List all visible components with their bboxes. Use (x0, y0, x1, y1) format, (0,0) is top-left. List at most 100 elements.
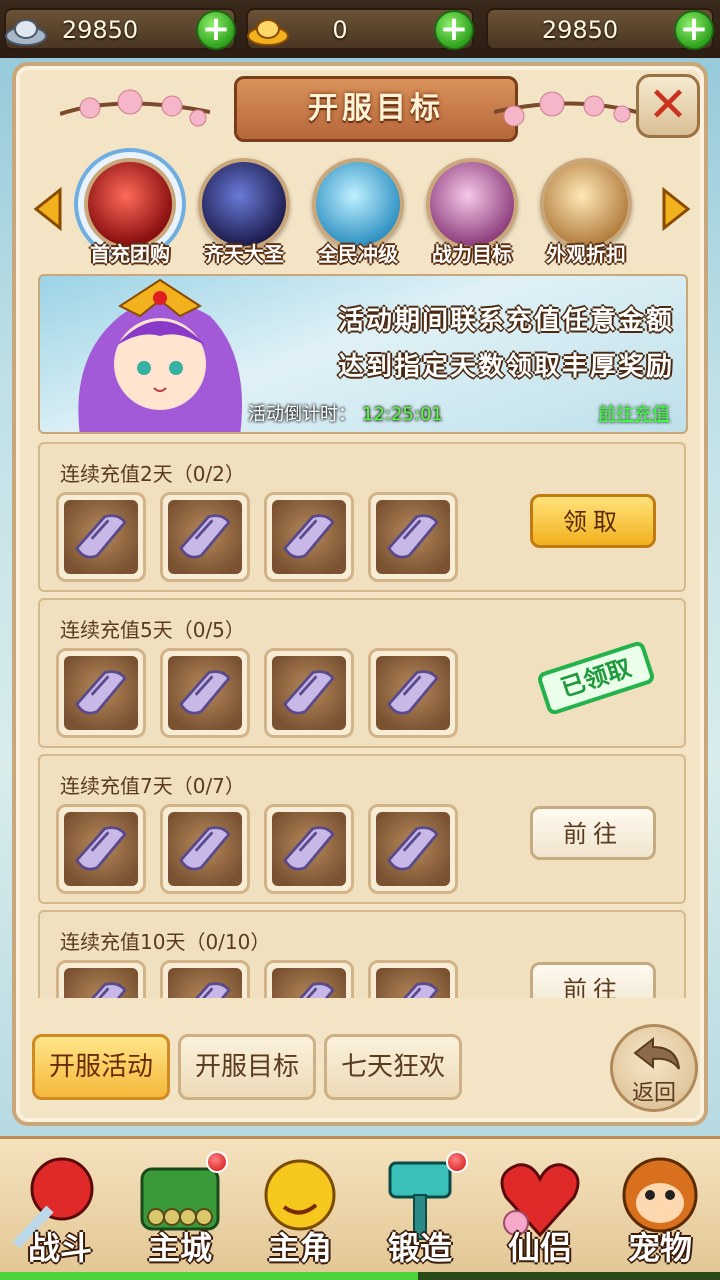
first-recharge-icon (84, 158, 176, 250)
reward-row: 连续充值10天（0/10） 前往 (38, 910, 686, 998)
reward-item-slot[interactable] (368, 960, 458, 998)
notification-dot (446, 1151, 468, 1173)
nav-label: 主城 (147, 1229, 212, 1267)
reward-item-slot[interactable] (56, 648, 146, 738)
nav-label: 仙侣 (507, 1229, 572, 1267)
add-gold-ingot-button[interactable]: + (434, 10, 474, 50)
reward-scroll-icon (403, 982, 439, 998)
add-silver-button[interactable]: + (196, 10, 236, 50)
loading-progress (0, 1272, 720, 1280)
reward-row: 连续充值2天（0/2） 领取 (38, 442, 686, 592)
banner-line-1: 活动期间联系充值任意金额 (337, 306, 674, 336)
progress-fill (0, 1272, 418, 1280)
nav-forge[interactable]: 锻造 (360, 1147, 480, 1275)
nav-hero[interactable]: 主角 (240, 1147, 360, 1275)
tab-label: 战力目标 (432, 242, 512, 266)
silver-amount: 29850 (61, 16, 139, 44)
reward-item-slot[interactable] (160, 492, 250, 582)
claimed-stamp: 已领取 (535, 639, 657, 717)
reward-item-bg (168, 812, 242, 886)
tab-level-rush[interactable]: 全民冲级 (306, 158, 410, 267)
nav-battle[interactable]: 战斗 (0, 1147, 120, 1275)
reward-scroll-icon (75, 826, 127, 871)
reward-item-slot[interactable] (368, 804, 458, 894)
reward-item-bg (64, 812, 138, 886)
banner-line-2: 达到指定天数领取丰厚奖励 (337, 352, 674, 382)
reward-scroll-icon (75, 514, 127, 559)
reward-item-bg (376, 500, 450, 574)
reward-scroll-icon (283, 514, 335, 559)
reward-caption: 连续充值5天（0/5） (60, 618, 245, 642)
reward-item-slot[interactable] (264, 648, 354, 738)
tab-appearance-discount[interactable]: 外观折扣 (534, 158, 638, 267)
open-server-panel: 开服目标 ✕ 首充团购 齐天大圣 全民冲级 战力目标 外观折扣 活动期间联系充值… (12, 62, 708, 1126)
reward-scroll-icon (387, 826, 439, 871)
subtab-server-events[interactable]: 开服活动 (32, 1034, 170, 1100)
reward-item-slot[interactable] (56, 492, 146, 582)
arrow-left-icon[interactable] (30, 186, 66, 232)
bottom-nav: 战斗 主城 主角 锻造 仙侣 宠物 (0, 1136, 720, 1280)
add-gold-coin-button[interactable]: + (674, 10, 714, 50)
nav-main-city[interactable]: 主城 (120, 1147, 240, 1275)
subtab-seven-day-carnival[interactable]: 七天狂欢 (324, 1034, 462, 1100)
back-button[interactable]: 返回 (610, 1024, 698, 1112)
subtab-server-goals[interactable]: 开服目标 (178, 1034, 316, 1100)
claim-button[interactable]: 领取 (530, 494, 656, 548)
reward-row: 连续充值5天（0/5） 已领取 (38, 598, 686, 748)
reward-item-bg (272, 500, 346, 574)
tab-label: 外观折扣 (546, 242, 626, 266)
reward-caption: 连续充值10天（0/10） (60, 930, 271, 954)
power-emblem-icon (426, 158, 518, 250)
nav-label: 战斗 (27, 1229, 92, 1267)
reward-scroll-icon (283, 670, 335, 715)
reward-scroll-icon (299, 982, 335, 998)
close-icon: ✕ (647, 77, 689, 133)
nav-label: 宠物 (627, 1229, 692, 1267)
right-blossom-decoration (494, 91, 644, 127)
reward-item-slot[interactable] (160, 648, 250, 738)
reward-caption: 连续充值7天（0/7） (60, 774, 245, 798)
nav-partner[interactable]: 仙侣 (480, 1147, 600, 1275)
reward-list[interactable]: 连续充值2天（0/2） 领取 连续充值5天（0/5） 已领取 连续充值7天（0/… (38, 442, 688, 998)
reward-item-slot[interactable] (56, 960, 146, 998)
back-arrow-icon (633, 1036, 680, 1070)
reward-scroll-icon (91, 982, 127, 998)
countdown-label: 活动倒计时： (248, 404, 356, 425)
reward-item-slot[interactable] (264, 492, 354, 582)
reward-item-bg (272, 656, 346, 730)
reward-scroll-icon (283, 826, 335, 871)
reward-item-bg (64, 500, 138, 574)
scroll-icon (540, 158, 632, 250)
tab-power-goal[interactable]: 战力目标 (420, 158, 524, 267)
reward-item-bg (376, 656, 450, 730)
reward-item-bg (168, 968, 242, 998)
go-button[interactable]: 前往 (530, 806, 656, 860)
reward-item-bg (64, 656, 138, 730)
panel-title-plate: 开服目标 (234, 76, 518, 142)
go-recharge-link[interactable]: 前往充值 (598, 400, 670, 426)
silver-currency: 29850 + (4, 8, 236, 50)
currency-bar: 29850 + 0 + 29850 + (0, 0, 720, 58)
reward-item-bg (168, 500, 242, 574)
reward-item-slot[interactable] (56, 804, 146, 894)
reward-item-slot[interactable] (368, 492, 458, 582)
reward-item-slot[interactable] (264, 804, 354, 894)
tab-monkey-king[interactable]: 齐天大圣 (192, 158, 296, 267)
reward-item-bg (64, 968, 138, 998)
reward-item-slot[interactable] (264, 960, 354, 998)
constellation-icon (198, 158, 290, 250)
tab-label: 首充团购 (90, 242, 170, 266)
reward-scroll-icon (179, 514, 231, 559)
reward-item-slot[interactable] (160, 804, 250, 894)
tab-first-recharge[interactable]: 首充团购 (78, 158, 182, 267)
reward-item-slot[interactable] (368, 648, 458, 738)
gold-ingot-currency: 0 + (246, 8, 474, 50)
reward-scroll-icon (179, 826, 231, 871)
go-button[interactable]: 前往 (530, 962, 656, 998)
reward-scroll-icon (195, 982, 231, 998)
close-button[interactable]: ✕ (636, 74, 700, 138)
reward-item-slot[interactable] (160, 960, 250, 998)
tab-label: 全民冲级 (318, 242, 398, 266)
arrow-right-icon[interactable] (658, 186, 694, 232)
nav-pet[interactable]: 宠物 (600, 1147, 720, 1275)
